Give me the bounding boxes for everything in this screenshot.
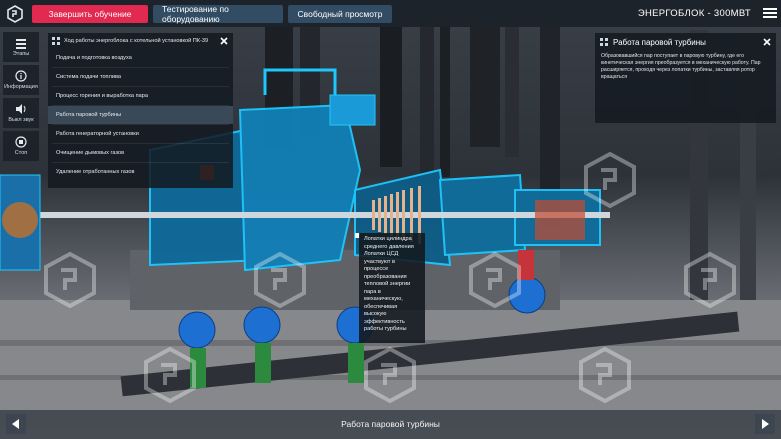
speaker-icon	[16, 104, 26, 114]
watermark-logo-icon	[684, 251, 736, 309]
stages-button[interactable]: Этапы	[3, 32, 39, 62]
watermark-logo-icon	[584, 151, 636, 209]
info-label: Информация	[4, 84, 38, 90]
mute-sound-label: Выкл звук	[8, 117, 34, 123]
info-button[interactable]: Информация	[3, 65, 39, 95]
close-icon[interactable]	[762, 37, 772, 47]
watermark-logo-icon	[254, 251, 306, 309]
info-panel: Работа паровой турбины Образовавшийся па…	[595, 33, 776, 123]
stages-label: Этапы	[12, 50, 30, 57]
bottom-bar: Работа паровой турбины	[0, 410, 781, 439]
next-stage-button[interactable]	[755, 414, 775, 434]
stage-item-fuel[interactable]: Система подачи топлива	[48, 68, 233, 86]
stage-item-flue-cleaning[interactable]: Очищение дымовых газов	[48, 144, 233, 162]
equipment-testing-button[interactable]: Тестирование по оборудованию	[153, 4, 283, 24]
free-view-button[interactable]: Свободный просмотр	[288, 4, 392, 23]
watermark-logo-icon	[579, 346, 631, 404]
stage-item-exhaust-removal[interactable]: Удаление отработанных газов	[48, 163, 233, 181]
hamburger-menu-icon[interactable]	[763, 6, 777, 20]
current-stage-title: Работа паровой турбины	[341, 419, 440, 429]
top-bar: Завершить обучение Тестирование по обору…	[0, 0, 781, 27]
grid-icon	[52, 37, 60, 45]
watermark-logo-icon	[364, 346, 416, 404]
watermark-logo-icon	[469, 251, 521, 309]
info-icon	[15, 70, 27, 82]
stages-panel-header: Ход работы энергоблока с котельной устан…	[48, 33, 233, 49]
component-callout: Лопатки цилиндра среднего давления Лопат…	[359, 233, 425, 343]
unit-title: ЭНЕРГОБЛОК - 300МВТ	[637, 8, 751, 19]
close-icon[interactable]	[219, 36, 229, 46]
triangle-right-icon	[762, 419, 769, 429]
watermark-logo-icon	[144, 346, 196, 404]
stages-panel-title: Ход работы энергоблока с котельной устан…	[64, 38, 209, 44]
info-panel-header: Работа паровой турбины	[595, 33, 776, 51]
stage-item-air[interactable]: Подача и подготовка воздуха	[48, 49, 233, 67]
stage-item-generator[interactable]: Работа генераторной установки	[48, 125, 233, 143]
info-panel-title: Работа паровой турбины	[613, 37, 706, 47]
stage-item-turbine[interactable]: Работа паровой турбины	[48, 106, 233, 124]
info-panel-text: Образовавшийся пар поступает в паровую т…	[601, 53, 761, 80]
stop-button[interactable]: Стоп	[3, 131, 39, 161]
app-logo-icon[interactable]	[4, 3, 26, 25]
stages-icon	[16, 38, 26, 49]
grid-icon	[600, 38, 608, 46]
stop-label: Стоп	[14, 150, 28, 156]
finish-training-button[interactable]: Завершить обучение	[32, 4, 148, 23]
stages-panel: Ход работы энергоблока с котельной устан…	[48, 33, 233, 188]
left-tool-rail: Этапы Информация Выкл звук Стоп	[0, 27, 42, 162]
watermark-logo-icon	[44, 251, 96, 309]
mute-sound-button[interactable]: Выкл звук	[3, 98, 39, 128]
stage-item-combustion[interactable]: Процесс горения и выработка пара	[48, 87, 233, 105]
callout-text: Лопатки цилиндра среднего давления Лопат…	[364, 236, 414, 332]
stop-icon	[15, 136, 27, 148]
